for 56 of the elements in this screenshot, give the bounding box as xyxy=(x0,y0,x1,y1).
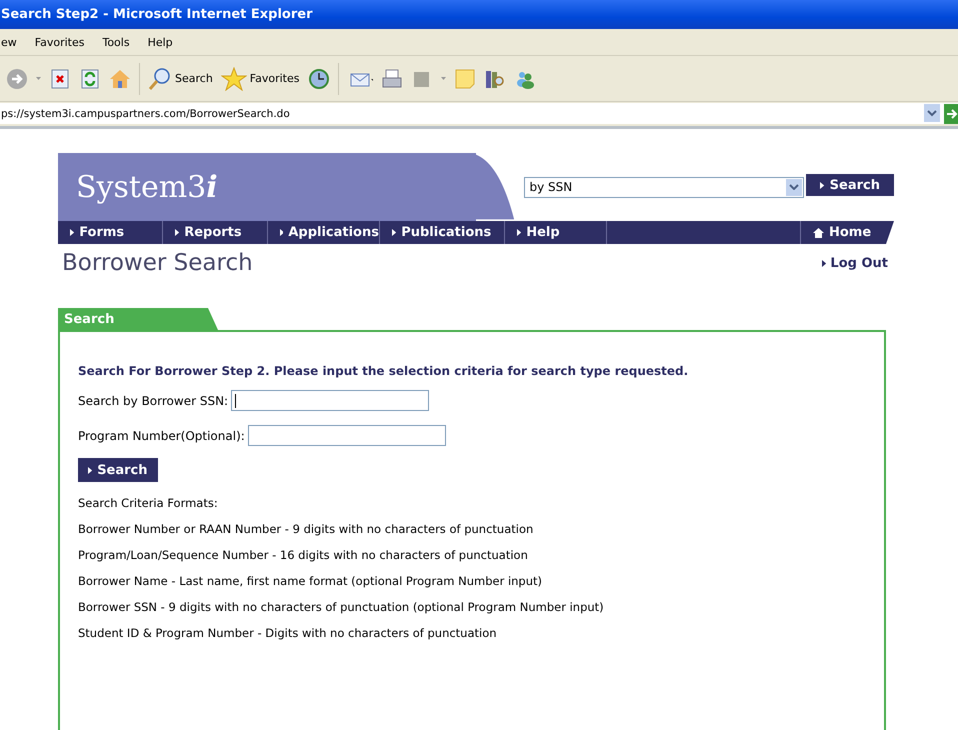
caret-icon[interactable] xyxy=(440,77,446,80)
logo: System3i xyxy=(76,170,218,204)
triangle-icon xyxy=(88,466,92,474)
search-button[interactable]: Search xyxy=(78,458,158,482)
format-description: Student ID & Program Number - Digits with no characters of punctuation xyxy=(78,626,497,640)
nav-link[interactable]: Reports xyxy=(163,221,268,244)
input-field[interactable] xyxy=(248,425,446,446)
favorites-button[interactable]: Favorites xyxy=(220,66,300,90)
nav-link[interactable]: Applications xyxy=(268,221,380,244)
search-button[interactable]: Search xyxy=(806,174,894,196)
search-type-select[interactable]: by SSN xyxy=(524,176,804,198)
page-title: Borrower Search xyxy=(61,250,253,276)
triangle-icon xyxy=(822,260,826,266)
refresh-icon[interactable] xyxy=(79,68,101,90)
history-icon[interactable] xyxy=(308,68,330,90)
instructions-heading: Search For Borrower Step 2. Please input the selection criteria for search type requested. xyxy=(78,364,688,378)
format-description: Program/Loan/Sequence Number - 16 digits with no characters of punctuation xyxy=(78,548,528,562)
nav-link[interactable]: Forms xyxy=(58,221,163,244)
field-label: Search by Borrower SSN: xyxy=(78,394,228,408)
format-description: Borrower Name - Last name, first name format (optional Program Number input) xyxy=(78,574,542,588)
triangle-icon xyxy=(70,229,74,236)
format-description: Borrower SSN - 9 digits with no characters of punctuation (optional Program Number input) xyxy=(78,600,604,614)
triangle-icon xyxy=(280,229,284,236)
tab-label: Search xyxy=(64,312,114,326)
search-button[interactable]: Search xyxy=(148,66,213,90)
window-title: Search Step2 - Microsoft Internet Explorer xyxy=(1,7,312,22)
format-description: Borrower Number or RAAN Number - 9 digits with no characters of punctuation xyxy=(78,522,534,536)
note-icon[interactable] xyxy=(454,68,476,90)
triangle-icon xyxy=(820,182,825,188)
formats-title: Search Criteria Formats: xyxy=(78,496,218,510)
forward-icon[interactable] xyxy=(6,68,28,90)
menu-item[interactable]: Favorites xyxy=(34,36,84,49)
caret-icon[interactable] xyxy=(36,77,41,80)
field-label: Program Number(Optional): xyxy=(78,428,245,442)
magnifier-icon xyxy=(148,66,172,90)
nav-link[interactable]: Publications xyxy=(380,221,505,244)
menu-item[interactable]: Help xyxy=(148,36,173,49)
triangle-icon xyxy=(175,229,180,236)
address-field[interactable]: ps://system3i.campuspartners.com/BorrowerSearch.do xyxy=(0,103,958,124)
star-icon xyxy=(220,66,247,90)
dropdown-icon[interactable] xyxy=(924,104,940,122)
nav-link[interactable]: Help xyxy=(505,221,607,244)
menu-item[interactable]: Tools xyxy=(102,36,130,49)
triangle-icon xyxy=(392,229,396,236)
stop-icon[interactable] xyxy=(49,68,71,90)
go-icon[interactable] xyxy=(944,104,958,124)
menu-item[interactable]: ew xyxy=(1,36,17,49)
house-icon xyxy=(813,228,824,238)
print-icon[interactable] xyxy=(380,68,402,90)
text-cursor xyxy=(235,394,236,408)
home-icon[interactable] xyxy=(109,68,131,90)
dropdown-icon xyxy=(789,184,800,190)
triangle-icon xyxy=(517,229,522,236)
input-field[interactable] xyxy=(231,390,430,411)
home-link[interactable]: Home xyxy=(801,221,894,244)
logout-link[interactable]: Log Out xyxy=(822,256,888,270)
